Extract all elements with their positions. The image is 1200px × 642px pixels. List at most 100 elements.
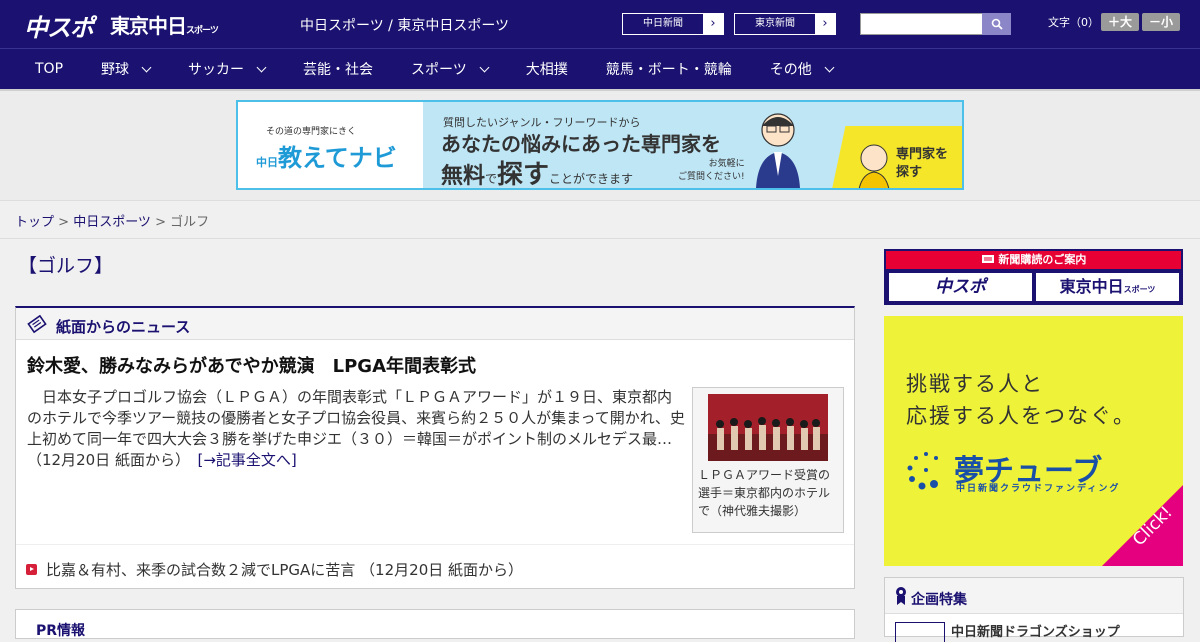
award-photo-icon [708, 394, 828, 461]
article-photo[interactable]: ＬＰＧＡアワード受賞の選手＝東京都内のホテルで（神代雅夫撮影） [692, 387, 844, 533]
page-title: 【ゴルフ】 [18, 255, 114, 277]
subscribe-tokyo-small: スポーツ [1123, 285, 1156, 294]
section-header: 紙面からのニュース [16, 308, 854, 340]
main-nav: TOP 野球 サッカー 芸能・社会 スポーツ 大相撲 競馬・ボート・競輪 その他 [0, 48, 1200, 89]
chuspo-logo[interactable]: 中スポ [24, 8, 94, 43]
nav-item-sumo[interactable]: 大相撲 [526, 59, 568, 79]
oshiete-navi-banner[interactable]: その道の専門家にきく 中日教えてナビ 質問したいジャンル・フリーワードから あな… [236, 100, 964, 190]
chevron-down-icon [256, 62, 267, 72]
nav-item-soccer[interactable]: サッカー [188, 59, 267, 79]
newspaper-icon [981, 255, 994, 263]
divider [0, 200, 1200, 201]
banner-brand: 中日教えてナビ [256, 138, 397, 173]
yume-subtitle: 中日新聞クラウドファンディング [956, 484, 1121, 494]
font-smaller-button[interactable]: －小 [1142, 13, 1180, 31]
divider [0, 238, 1200, 239]
chevron-right-icon: › [815, 14, 835, 34]
chevron-right-icon: › [703, 14, 723, 34]
tokyo-chunichi-logo[interactable]: 東京中日スポーツ [110, 10, 219, 39]
font-larger-button[interactable]: ＋大 [1101, 13, 1139, 31]
banner-note2: ご質問ください! [678, 172, 745, 182]
special-features-title: 企画特集 [911, 592, 967, 608]
subscribe-tokyo-text: 東京中日 [1059, 277, 1124, 296]
tokyo-logo-small: スポーツ [186, 26, 219, 36]
banner-cta: 専門家を 探す [850, 126, 962, 188]
tokyo-shimbun-label: 東京新聞 [755, 18, 795, 29]
yume-tagline: 挑戦する人と応援する人をつなぐ。 [906, 368, 1136, 432]
banner-line2: あなたの悩みにあった専門家を [441, 132, 721, 156]
article-headline[interactable]: 鈴木愛、勝みなみらがあでやか競演 LPGA年間表彰式 [27, 352, 476, 378]
nav-label: サッカー [188, 62, 245, 78]
related-article[interactable]: 比嘉＆有村、来季の試合数２減でLPGAに苦言 （12月20日 紙面から） [16, 544, 854, 589]
search-icon [991, 18, 1003, 30]
nav-item-other[interactable]: その他 [769, 59, 835, 79]
pr-title: PR情報 [36, 623, 86, 639]
yume-tube-banner[interactable]: 挑戦する人と 応援する人をつなぐ。 夢チューブ 中日新聞クラウドファンディング C… [884, 316, 1183, 566]
breadcrumb-sep: > [150, 215, 171, 230]
yume-line2: 応援する人をつなぐ。 [906, 404, 1136, 428]
nav-label: 芸能・社会 [303, 62, 374, 78]
top-header: 中スポ 東京中日スポーツ 中日スポーツ / 東京中日スポーツ 中日新聞 › 東京… [0, 0, 1200, 48]
nav-label: その他 [769, 62, 812, 78]
article-body: 日本女子プロゴルフ協会（ＬＰＧＡ）の年間表彰式「ＬＰＧＡアワード」が１９日、東京… [27, 388, 685, 469]
nav-label: スポーツ [411, 62, 467, 78]
chunichi-shimbun-label: 中日新聞 [643, 18, 683, 29]
subscription-header-text: 新聞購読のご案内 [998, 253, 1087, 266]
related-article-title: 比嘉＆有村、来季の試合数２減でLPGAに苦言 （12月20日 紙面から） [46, 561, 523, 579]
banner-note: お気軽にご質問ください! [678, 158, 745, 184]
banner-note1: お気軽に [708, 159, 745, 169]
article-summary: 日本女子プロゴルフ協会（ＬＰＧＡ）の年間表彰式「ＬＰＧＡアワード」が１９日、東京… [27, 387, 685, 471]
breadcrumb: トップ > 中日スポーツ > ゴルフ [15, 211, 209, 230]
read-more-link[interactable]: [→記事全文へ] [197, 451, 296, 469]
newspaper-icon [27, 314, 47, 334]
photo-image [708, 394, 828, 461]
pr-section: PR情報 [15, 609, 855, 639]
chevron-down-icon [479, 62, 490, 72]
nav-item-racing[interactable]: 競馬・ボート・競輪 [606, 59, 732, 79]
chevron-down-icon [824, 62, 835, 72]
news-section: 紙面からのニュース 鈴木愛、勝みなみらがあでやか競演 LPGA年間表彰式 日本女… [15, 306, 855, 589]
nav-label: 競馬・ボート・競輪 [605, 62, 732, 78]
section-title: 紙面からのニュース [56, 318, 191, 336]
tokyo-shimbun-link[interactable]: 東京新聞 › [734, 13, 836, 35]
tokyo-logo-text: 東京中日 [110, 14, 187, 38]
nav-label: TOP [35, 61, 64, 77]
banner-line3: 無料で探すことができます [441, 154, 634, 190]
banner-cta2: 探す [896, 165, 923, 180]
subscription-header: 新聞購読のご案内 [886, 251, 1181, 269]
dragons-shop-link[interactable]: 中日新聞ドラゴンズショップ [951, 621, 1120, 640]
banner-can: ことができます [549, 172, 634, 186]
nav-item-entertainment[interactable]: 芸能・社会 [303, 59, 373, 79]
expert-illustration-icon [756, 113, 800, 188]
breadcrumb-section[interactable]: 中日スポーツ [73, 215, 151, 230]
search-button[interactable] [982, 13, 1011, 35]
chunichi-shimbun-link[interactable]: 中日新聞 › [622, 13, 724, 35]
subscription-box: 新聞購読のご案内 中スポ 東京中日スポーツ [884, 249, 1183, 305]
banner-brand-name: 教えてナビ [278, 144, 397, 172]
thinking-person-icon [858, 144, 890, 188]
banner-cta-text: 専門家を 探す [896, 146, 948, 182]
breadcrumb-home[interactable]: トップ [15, 215, 54, 230]
chevron-down-icon [141, 62, 152, 72]
breadcrumb-current: ゴルフ [170, 215, 210, 230]
special-features-header: 企画特集 [885, 578, 1183, 614]
nav-item-top[interactable]: TOP [35, 61, 63, 77]
dragons-shop-thumbnail[interactable] [895, 622, 945, 642]
banner-small-text: その道の専門家にきく [266, 127, 357, 137]
subscribe-chuspo-button[interactable]: 中スポ [889, 273, 1032, 301]
special-features-box: 企画特集 中日新聞ドラゴンズショップ [884, 577, 1184, 642]
subscribe-tokyo-button[interactable]: 東京中日スポーツ [1036, 273, 1179, 301]
nav-label: 大相撲 [525, 62, 568, 78]
banner-brand-prefix: 中日 [256, 156, 278, 169]
nav-item-baseball[interactable]: 野球 [101, 59, 152, 79]
banner-de: で [485, 172, 498, 186]
banner-free: 無料 [441, 164, 486, 189]
banner-search: 探す [497, 160, 550, 190]
banner-cta1: 専門家を [896, 147, 949, 162]
breadcrumb-sep: > [54, 215, 74, 230]
nav-label: 野球 [101, 62, 130, 78]
banner-brand-panel: その道の専門家にきく 中日教えてナビ [238, 102, 423, 188]
yume-line1: 挑戦する人と [906, 372, 1044, 396]
font-size-indicator: 文字（0） [1048, 16, 1099, 29]
nav-item-sports[interactable]: スポーツ [411, 59, 490, 79]
